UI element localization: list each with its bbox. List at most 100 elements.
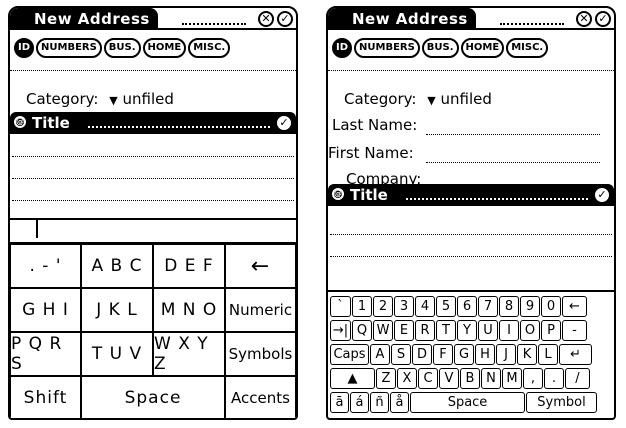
- key-numeric[interactable]: Numeric: [225, 288, 296, 332]
- key-3[interactable]: 3: [394, 296, 414, 317]
- category-picker[interactable]: ▼ unfiled: [427, 90, 492, 108]
- key-k[interactable]: K: [517, 344, 537, 365]
- at-sign-icon: @: [14, 116, 26, 128]
- key-i[interactable]: I: [499, 320, 519, 341]
- text-line[interactable]: [330, 234, 612, 235]
- close-button[interactable]: ✕: [576, 11, 592, 27]
- ok-button[interactable]: ✓: [277, 11, 293, 27]
- tab-numbers[interactable]: NUMBERS: [36, 38, 102, 58]
- title-editor-done-icon[interactable]: ✓: [275, 114, 293, 132]
- last-name-label: Last Name:: [332, 116, 418, 134]
- key-w[interactable]: W: [373, 320, 393, 341]
- key-tuv[interactable]: T U V: [81, 332, 153, 376]
- key-7[interactable]: 7: [478, 296, 498, 317]
- category-label: Category:: [26, 90, 99, 108]
- key-2[interactable]: 2: [373, 296, 393, 317]
- key-tab[interactable]: →|: [330, 320, 351, 341]
- key-p[interactable]: P: [541, 320, 561, 341]
- title-editor-done-icon[interactable]: ✓: [593, 186, 611, 204]
- key-mno[interactable]: M N O: [153, 288, 225, 332]
- triangle-down-icon: ▼: [427, 94, 436, 107]
- key-0[interactable]: 0: [541, 296, 561, 317]
- key-b[interactable]: B: [460, 368, 480, 389]
- key-space[interactable]: Space: [410, 392, 525, 413]
- text-line[interactable]: [330, 256, 612, 257]
- key-y[interactable]: Y: [457, 320, 477, 341]
- key-symbol[interactable]: Symbol: [526, 392, 597, 413]
- first-name-field[interactable]: [426, 162, 600, 163]
- key-q[interactable]: Q: [352, 320, 372, 341]
- screen-title: New Address: [328, 8, 476, 30]
- key-pqrs[interactable]: P Q R S: [10, 332, 81, 376]
- tab-home[interactable]: HOME: [460, 38, 505, 58]
- text-line[interactable]: [12, 178, 294, 179]
- key-accents[interactable]: Accents: [225, 376, 296, 418]
- tab-business[interactable]: BUS.: [421, 38, 459, 58]
- last-name-field[interactable]: [426, 134, 600, 135]
- key-accent-tilde[interactable]: ñ: [370, 392, 389, 413]
- key-6[interactable]: 6: [457, 296, 477, 317]
- key-space[interactable]: Space: [81, 376, 225, 418]
- key-x[interactable]: X: [397, 368, 417, 389]
- tab-bar: ID NUMBERS BUS. HOME MISC.: [14, 38, 231, 60]
- key-symbols[interactable]: Symbols: [225, 332, 296, 376]
- key-s[interactable]: S: [391, 344, 411, 365]
- key-shift[interactable]: Shift: [10, 376, 81, 418]
- key-ghi[interactable]: G H I: [10, 288, 81, 332]
- key-8[interactable]: 8: [499, 296, 519, 317]
- category-picker[interactable]: ▼ unfiled: [109, 90, 174, 108]
- tab-misc[interactable]: MISC.: [506, 38, 549, 58]
- key-o[interactable]: O: [520, 320, 540, 341]
- ok-button[interactable]: ✓: [595, 11, 611, 27]
- tab-home[interactable]: HOME: [142, 38, 187, 58]
- key-backspace[interactable]: ←: [562, 296, 587, 317]
- tab-id[interactable]: ID: [332, 38, 352, 58]
- key-comma[interactable]: ,: [523, 368, 543, 389]
- key-t[interactable]: T: [436, 320, 456, 341]
- key-jkl[interactable]: J K L: [81, 288, 153, 332]
- text-line[interactable]: [12, 200, 294, 201]
- key-a[interactable]: A: [370, 344, 390, 365]
- key-g[interactable]: G: [454, 344, 474, 365]
- key-punctuation[interactable]: . - ': [10, 244, 81, 288]
- key-m[interactable]: M: [502, 368, 522, 389]
- key-z[interactable]: Z: [376, 368, 396, 389]
- key-accent-ring[interactable]: å: [390, 392, 409, 413]
- key-shift[interactable]: ▲: [330, 368, 375, 389]
- close-button[interactable]: ✕: [258, 11, 274, 27]
- key-abc[interactable]: A B C: [81, 244, 153, 288]
- key-backspace[interactable]: ←: [225, 244, 296, 288]
- tab-numbers[interactable]: NUMBERS: [354, 38, 420, 58]
- key-l[interactable]: L: [538, 344, 558, 365]
- key-backtick[interactable]: `: [330, 296, 351, 317]
- tab-id[interactable]: ID: [14, 38, 34, 58]
- key-n[interactable]: N: [481, 368, 501, 389]
- key-5[interactable]: 5: [436, 296, 456, 317]
- key-u[interactable]: U: [478, 320, 498, 341]
- key-return[interactable]: ↵: [559, 344, 592, 365]
- key-4[interactable]: 4: [415, 296, 435, 317]
- tab-business[interactable]: BUS.: [103, 38, 141, 58]
- key-h[interactable]: H: [475, 344, 495, 365]
- key-c[interactable]: C: [418, 368, 438, 389]
- key-f[interactable]: F: [433, 344, 453, 365]
- key-9[interactable]: 9: [520, 296, 540, 317]
- key-period[interactable]: .: [544, 368, 564, 389]
- key-e[interactable]: E: [394, 320, 414, 341]
- text-line[interactable]: [12, 156, 294, 157]
- key-accent-macron[interactable]: ā: [330, 392, 349, 413]
- key-j[interactable]: J: [496, 344, 516, 365]
- title-bar: New Address ✕ ✓: [328, 8, 614, 30]
- key-slash[interactable]: /: [565, 368, 590, 389]
- title-field-editor: @ Title ✓: [10, 112, 296, 240]
- key-def[interactable]: D E F: [153, 244, 225, 288]
- key-d[interactable]: D: [412, 344, 432, 365]
- key-r[interactable]: R: [415, 320, 435, 341]
- key-1[interactable]: 1: [352, 296, 372, 317]
- key-minus[interactable]: -: [562, 320, 587, 341]
- key-wxyz[interactable]: W X Y Z: [153, 332, 225, 376]
- key-v[interactable]: V: [439, 368, 459, 389]
- key-accent-acute[interactable]: á: [350, 392, 369, 413]
- key-caps[interactable]: Caps: [330, 344, 369, 365]
- tab-misc[interactable]: MISC.: [188, 38, 231, 58]
